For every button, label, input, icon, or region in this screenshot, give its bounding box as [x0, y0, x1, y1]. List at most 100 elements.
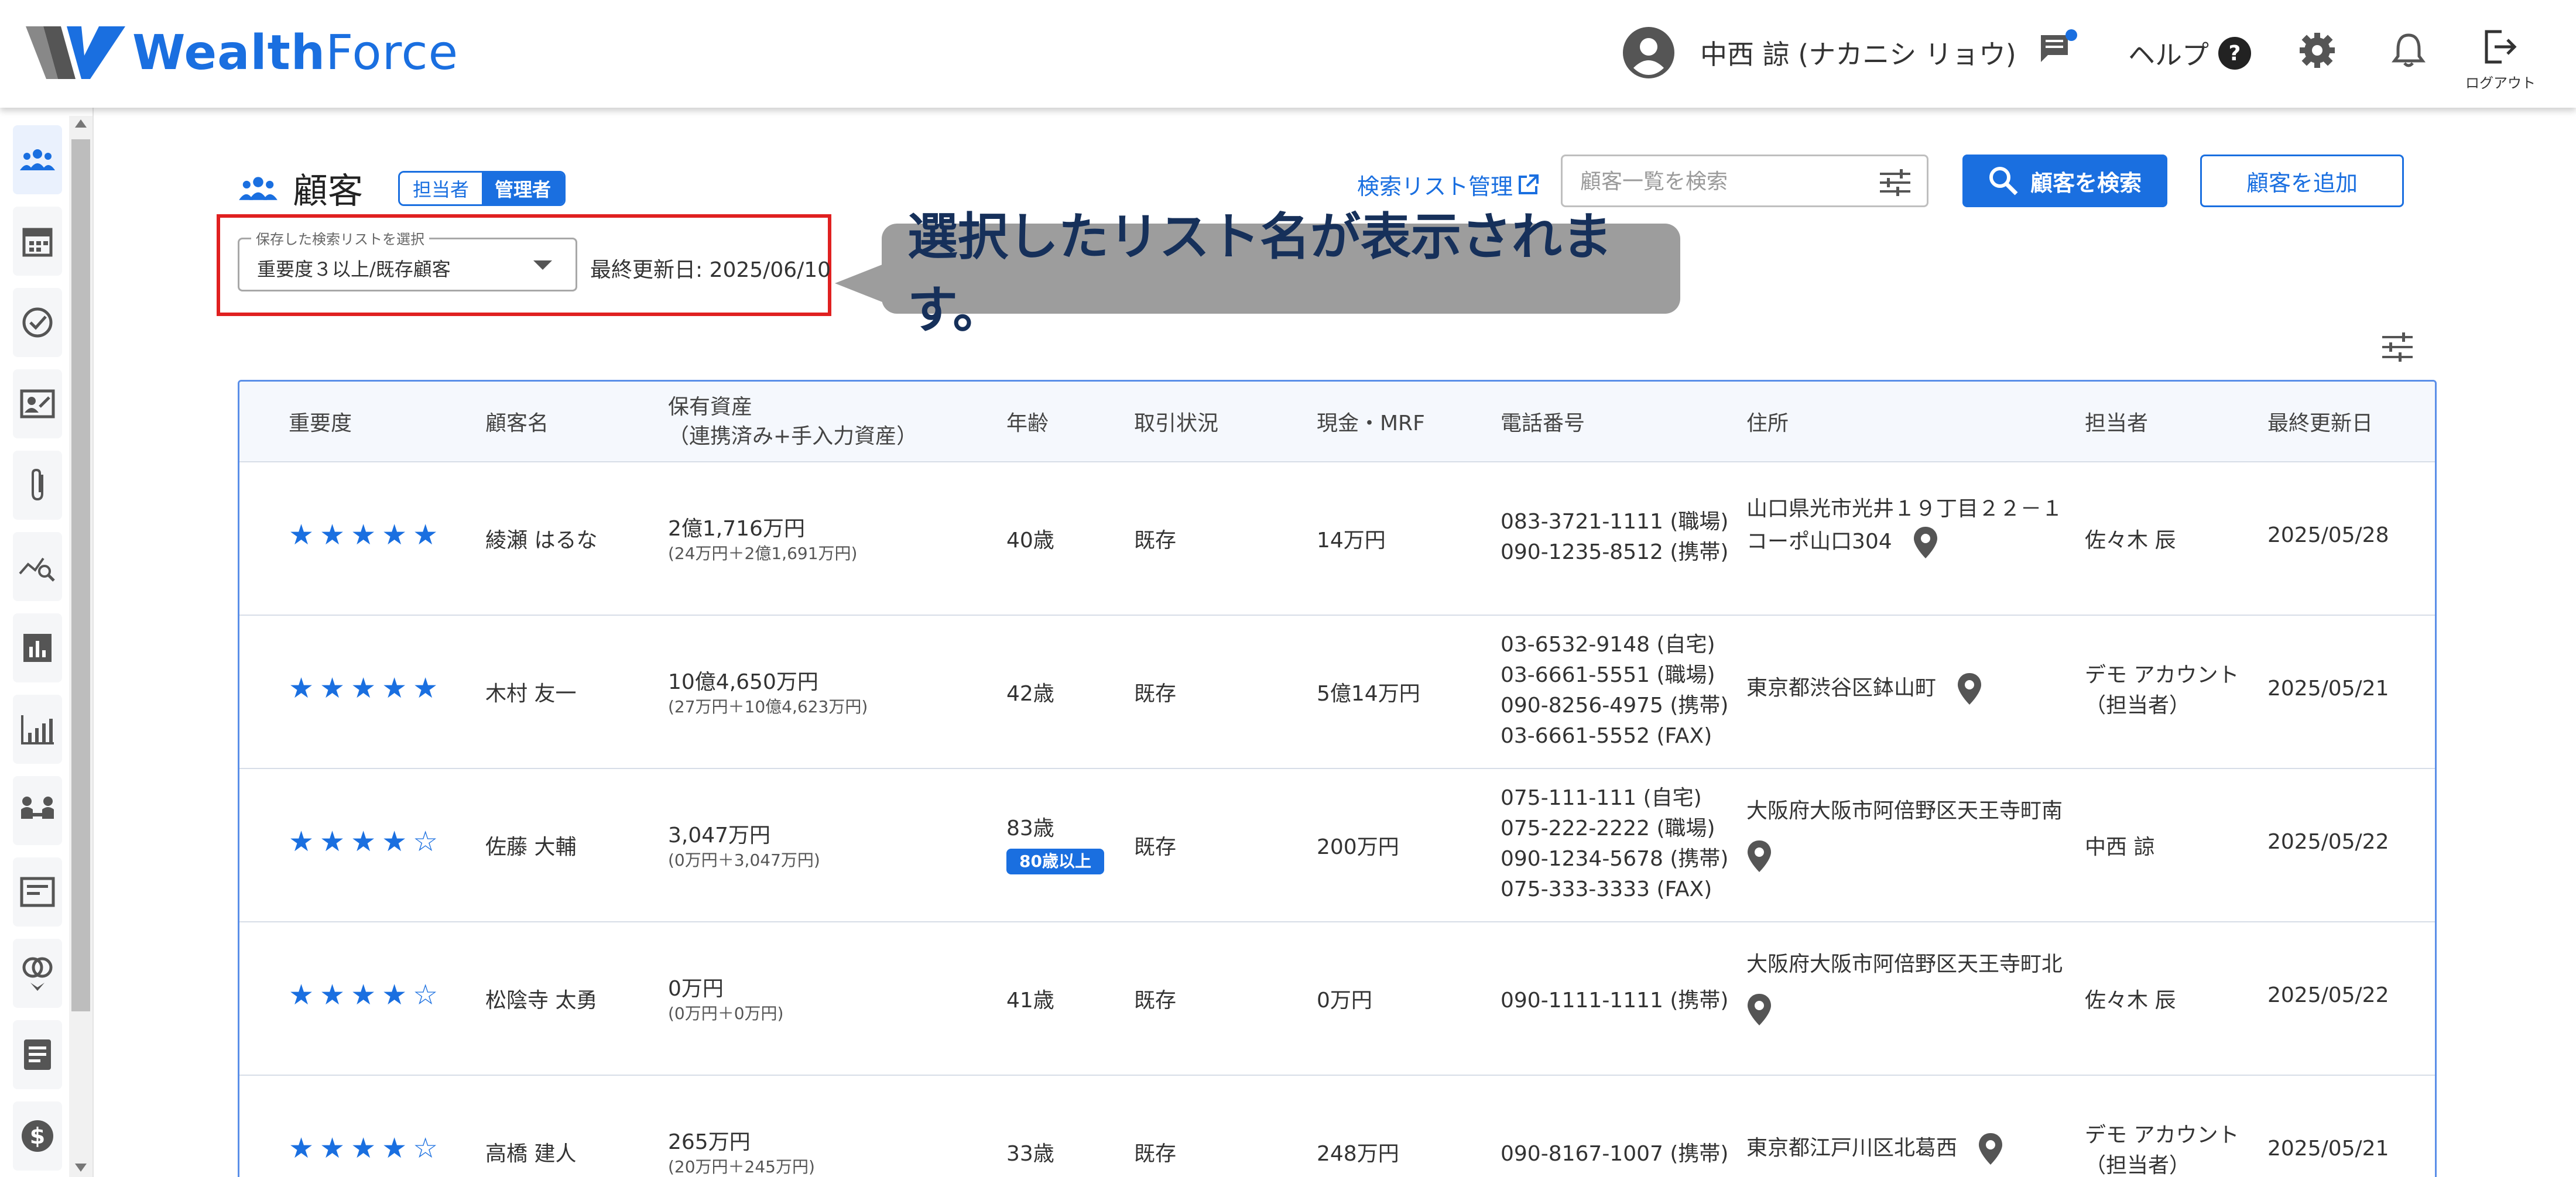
add-customer-button[interactable]: 顧客を追加: [2200, 155, 2404, 207]
sidebar-scrollbar[interactable]: [69, 116, 93, 1177]
gear-icon[interactable]: [2296, 29, 2338, 71]
status: 既存: [1134, 682, 1177, 706]
map-pin-icon[interactable]: [1746, 993, 1772, 1027]
trend-search-icon: [19, 557, 55, 582]
col-age[interactable]: 年齢: [1006, 406, 1049, 437]
table-row[interactable]: ★★★★★ 木村 友一 10億4,650万円 (27万円＋10億4,623万円)…: [239, 616, 2435, 769]
assets-detail: (20万円＋245万円): [668, 1157, 815, 1176]
col-cash[interactable]: 現金・MRF: [1317, 406, 1425, 437]
wealthforce-logo[interactable]: WealthForce: [26, 23, 458, 82]
customer-name[interactable]: 松陰寺 太勇: [485, 983, 597, 1014]
filter-tune-icon[interactable]: [1879, 168, 1912, 197]
sidebar-item-forms[interactable]: [13, 857, 62, 926]
phone-number: 075-333-3333 (FAX): [1501, 877, 1712, 901]
address-line: コーポ山口304: [1746, 530, 1892, 554]
assets-detail: (27万円＋10億4,623万円): [668, 697, 868, 716]
sidebar-item-calendar[interactable]: [13, 207, 62, 276]
profile-card-icon: [20, 389, 55, 418]
sidebar-item-documents[interactable]: [13, 1020, 62, 1089]
col-importance[interactable]: 重要度: [289, 406, 352, 437]
sidebar-item-customers[interactable]: [13, 125, 62, 194]
sidebar-item-matching[interactable]: [13, 939, 62, 1008]
col-address[interactable]: 住所: [1746, 406, 1789, 437]
staff: デモ アカウント （担当者）: [2085, 1120, 2239, 1177]
address-line: 大阪府大阪市阿倍野区天王寺町北: [1746, 952, 2063, 976]
search-customers-button[interactable]: 顧客を検索: [1962, 155, 2167, 207]
sidebar-item-attachments[interactable]: [13, 451, 62, 520]
customers-icon: [239, 176, 278, 200]
phone-number: 090-8256-4975 (携帯): [1501, 694, 1729, 718]
page-title: 顧客 担当者 管理者: [238, 163, 566, 214]
sidebar-item-tasks[interactable]: [13, 288, 62, 357]
chat-icon[interactable]: [2037, 29, 2080, 71]
phone-number: 090-1111-1111 (携帯): [1501, 989, 1729, 1013]
staff-name: デモ アカウント: [2085, 663, 2239, 687]
staff-name: 佐々木 辰: [2085, 989, 2176, 1013]
help-link[interactable]: ヘルプ ?: [2128, 34, 2252, 73]
logout-button[interactable]: ログアウト: [2462, 28, 2539, 92]
customer-name[interactable]: 高橋 建人: [485, 1137, 576, 1167]
phone-number: 03-6661-5551 (職場): [1501, 663, 1715, 687]
callout-pointer: [835, 263, 885, 303]
role-toggle: 担当者 管理者: [398, 170, 566, 206]
staff-role: （担当者）: [2085, 1154, 2191, 1177]
bar-report-icon: [23, 634, 52, 662]
customer-name[interactable]: 綾瀬 はるな: [485, 523, 597, 554]
map-pin-icon[interactable]: [1746, 839, 1772, 873]
app-header: WealthForce 中西 諒 (ナカニシ リョウ) ヘルプ ? ログアウト: [0, 0, 2576, 108]
bell-icon[interactable]: [2387, 29, 2430, 71]
calendar-icon: [22, 228, 53, 257]
column-settings-icon[interactable]: [2381, 331, 2414, 363]
col-staff[interactable]: 担当者: [2085, 406, 2148, 437]
scrollbar-thumb[interactable]: [71, 139, 90, 1011]
status: 既存: [1134, 1142, 1177, 1166]
chevron-down-icon: [533, 260, 552, 270]
map-pin-icon[interactable]: [1913, 526, 1938, 560]
document-icon: [24, 1039, 51, 1070]
phone-number: 03-6532-9148 (自宅): [1501, 633, 1715, 657]
address: 大阪府大阪市阿倍野区天王寺町南: [1746, 796, 2063, 882]
table-row[interactable]: ★★★★☆ 高橋 建人 265万円 (20万円＋245万円) 33歳 既存 24…: [239, 1076, 2435, 1177]
assets-total: 10億4,650万円: [668, 670, 818, 694]
saved-list-select[interactable]: 保存した検索リストを選択 重要度３以上/既存顧客: [238, 228, 577, 291]
customer-name[interactable]: 佐藤 大輔: [485, 830, 576, 860]
role-tab-staff[interactable]: 担当者: [400, 172, 482, 204]
sidebar-item-profile[interactable]: [13, 369, 62, 438]
help-icon: ?: [2218, 37, 2251, 70]
sidebar-item-finance[interactable]: $: [13, 1101, 62, 1171]
sidebar-item-analysis[interactable]: [13, 532, 62, 601]
col-assets[interactable]: 保有資産: [668, 390, 752, 420]
col-phone[interactable]: 電話番号: [1501, 406, 1585, 437]
customer-table: 重要度 顧客名 保有資産 （連携済み+手入力資産） 年齢 取引状況 現金・MRF…: [238, 380, 2437, 1177]
check-circle-icon: [22, 307, 53, 338]
sidebar-item-meeting[interactable]: [13, 776, 62, 845]
col-status[interactable]: 取引状況: [1134, 406, 1218, 437]
address-line: 大阪府大阪市阿倍野区天王寺町南: [1746, 799, 2063, 823]
table-row[interactable]: ★★★★☆ 松陰寺 太勇 0万円 (0万円＋0万円) 41歳 既存 0万円 09…: [239, 922, 2435, 1076]
customer-search-input[interactable]: [1580, 167, 1861, 196]
people-icon: [20, 149, 55, 170]
col-name[interactable]: 顧客名: [485, 406, 549, 437]
status: 既存: [1134, 835, 1177, 859]
phone-list: 075-111-111 (自宅) 075-222-2222 (職場) 090-1…: [1501, 783, 1728, 905]
sidebar-item-charts[interactable]: [13, 695, 62, 764]
role-tab-admin[interactable]: 管理者: [482, 172, 564, 204]
phone-number: 090-8167-1007 (携帯): [1501, 1142, 1729, 1166]
map-pin-icon[interactable]: [1957, 672, 1982, 706]
user-menu[interactable]: 中西 諒 (ナカニシ リョウ): [1622, 26, 2016, 80]
scroll-up-arrow-icon[interactable]: [75, 119, 87, 128]
col-updated[interactable]: 最終更新日: [2267, 406, 2373, 437]
address: 山口県光市光井１９丁目２２－１ コーポ山口304: [1746, 493, 2063, 560]
updated-date: 2025/05/22: [2267, 983, 2389, 1007]
user-name: 中西 諒 (ナカニシ リョウ): [1700, 39, 2016, 70]
table-row[interactable]: ★★★★☆ 佐藤 大輔 3,047万円 (0万円＋3,047万円) 83歳 80…: [239, 769, 2435, 922]
assets-detail: (0万円＋3,047万円): [668, 850, 820, 870]
updated-date: 2025/05/22: [2267, 830, 2389, 854]
sidebar-item-reports[interactable]: [13, 613, 62, 682]
map-pin-icon[interactable]: [1978, 1132, 2003, 1166]
address-line: 東京都渋谷区鉢山町: [1746, 676, 1937, 700]
table-row[interactable]: ★★★★★ 綾瀬 はるな 2億1,716万円 (24万円＋2億1,691万円) …: [239, 462, 2435, 616]
customer-name[interactable]: 木村 友一: [485, 677, 576, 707]
assets-total: 0万円: [668, 977, 724, 1001]
scroll-down-arrow-icon[interactable]: [75, 1164, 87, 1172]
